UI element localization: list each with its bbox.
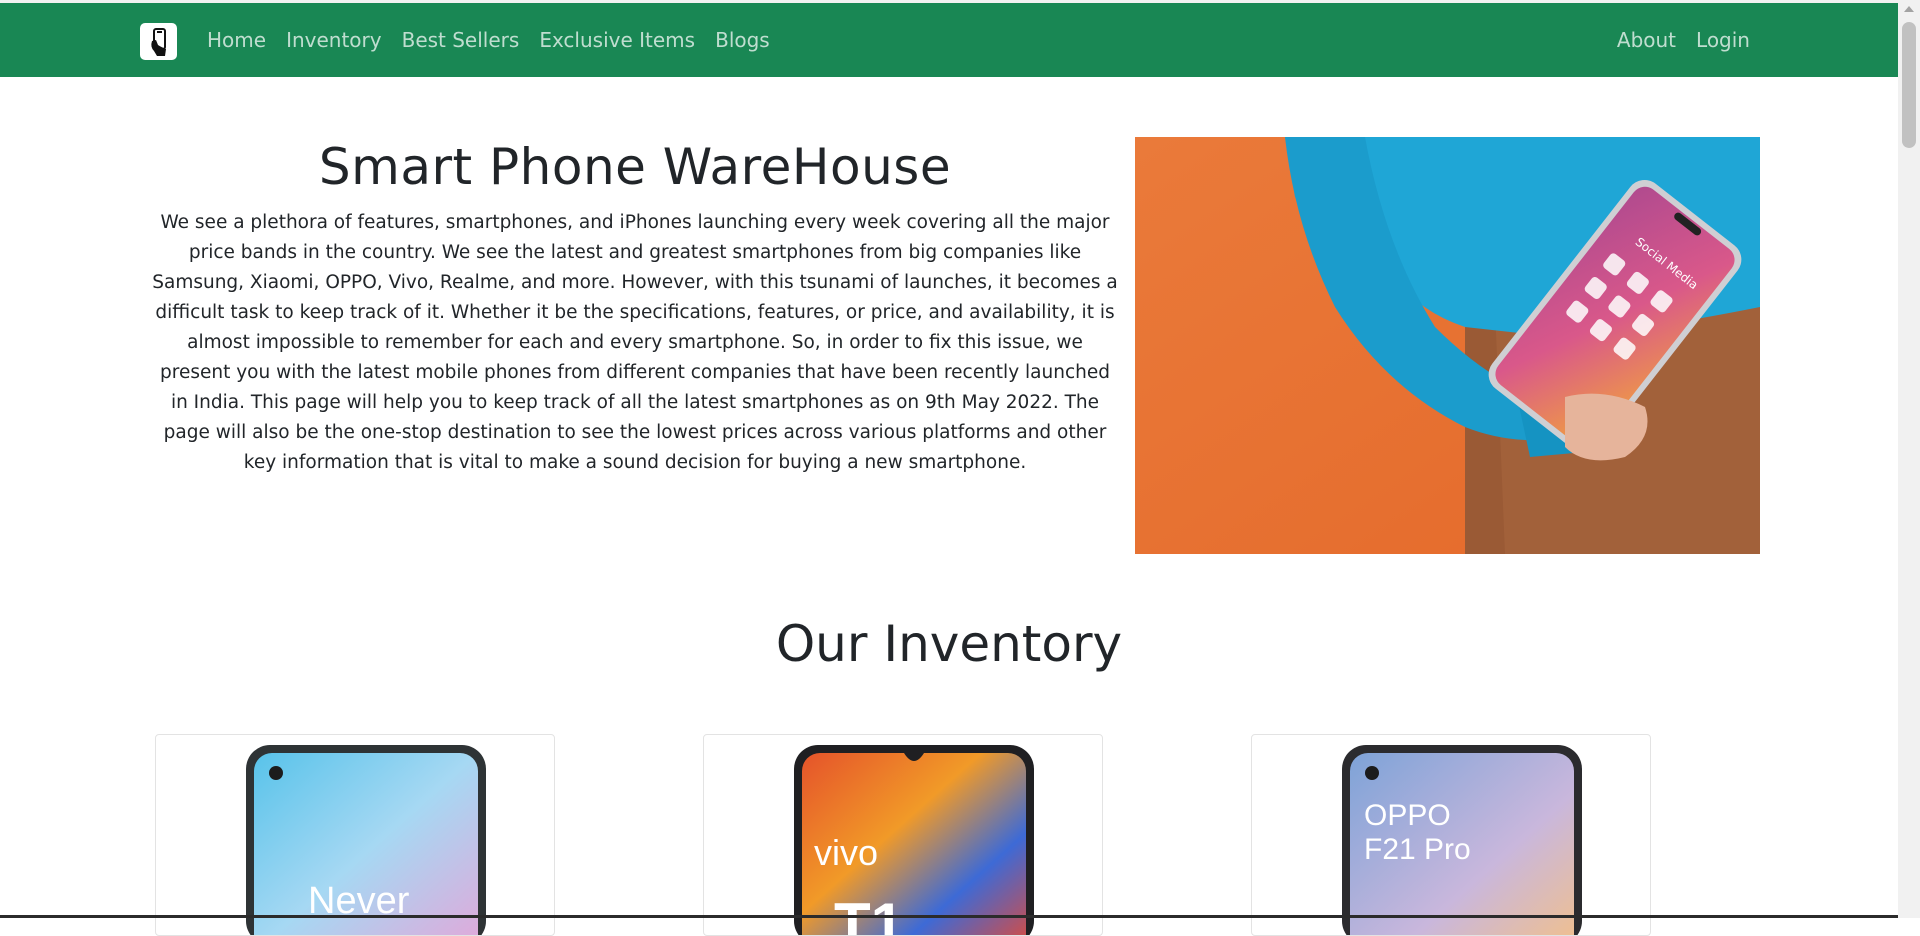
scrollbar-thumb[interactable] [1902,22,1916,148]
svg-text:T1: T1 [834,891,904,936]
brand-logo[interactable] [140,23,177,60]
scroll-up-arrow-icon[interactable] [1904,6,1914,12]
nav-best-sellers[interactable]: Best Sellers [402,28,520,52]
product-card[interactable]: vivo T1 [703,734,1103,936]
hero-image: Social Media [1135,137,1760,554]
nav-inventory[interactable]: Inventory [286,28,382,52]
nav-right-links: About Login [1597,3,1750,77]
product-image: OPPO F21 Pro [1342,745,1582,935]
product-card[interactable]: Never [155,734,555,936]
product-card[interactable]: OPPO F21 Pro [1251,734,1651,936]
navbar: Home Inventory Best Sellers Exclusive It… [0,3,1898,77]
hero-title: Smart Phone WareHouse [318,138,952,196]
nav-home[interactable]: Home [207,28,266,52]
page-scrollbar[interactable] [1898,0,1920,918]
product-image: vivo T1 [794,745,1034,936]
svg-text:OPPO: OPPO [1364,799,1451,832]
hero-description: We see a plethora of features, smartphon… [152,212,1118,473]
svg-text:vivo: vivo [814,832,878,873]
product-image: Never [246,745,486,935]
nav-login[interactable]: Login [1696,28,1750,52]
inventory-title: Our Inventory [775,615,1123,673]
svg-text:F21 Pro: F21 Pro [1364,833,1471,866]
nav-blogs[interactable]: Blogs [715,28,770,52]
nav-about[interactable]: About [1617,28,1676,52]
nav-left-links: Home Inventory Best Sellers Exclusive It… [207,3,790,77]
nav-exclusive-items[interactable]: Exclusive Items [539,28,695,52]
phone-in-hand-icon [150,27,166,56]
